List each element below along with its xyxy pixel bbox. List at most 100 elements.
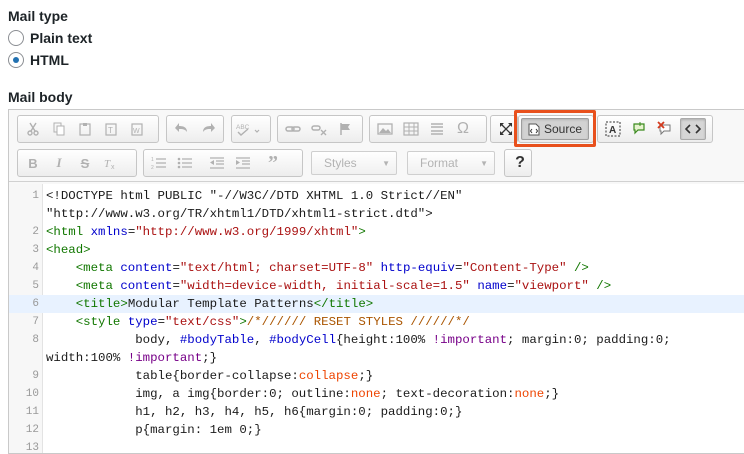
line-number: 1 [32,190,39,202]
bulleted-list-icon[interactable] [174,152,196,174]
radio-plain-text-control[interactable] [8,30,24,46]
blockquote-icon[interactable]: ” [262,152,284,174]
svg-text:1: 1 [151,157,154,163]
code-line: 3 <head> [9,241,744,259]
anchor-flag-icon[interactable] [334,118,356,140]
code-view-icon[interactable] [680,118,706,140]
code-token: collapse [298,369,359,383]
code-token: , [254,333,270,347]
numbered-list-icon[interactable]: 12 [148,152,170,174]
special-char-icon[interactable]: Ω [452,118,474,140]
source-code-area[interactable]: 1 <!DOCTYPE html PUBLIC "-//W3C//DTD XHTM… [9,184,744,453]
redo-icon[interactable] [197,118,219,140]
paste-word-icon[interactable]: W [126,118,148,140]
mail-type-label: Mail type [8,8,68,24]
format-dropdown[interactable]: Format ▼ [407,151,495,175]
svg-text:T: T [108,126,113,135]
code-token: <head> [46,243,91,257]
code-token: name [477,279,508,293]
radio-html[interactable]: HTML [8,51,69,69]
remove-comment-icon[interactable] [654,118,676,140]
code-line: 9 table{border-collapse:collapse;} [9,367,744,385]
svg-text:T: T [104,158,111,170]
line-number: 9 [32,370,39,382]
code-token: /> [566,261,589,275]
code-token: = [172,261,180,275]
styles-dropdown[interactable]: Styles ▼ [311,151,397,175]
code-line: 7 <style type="text/css">/*////// RESET … [9,313,744,331]
paste-icon[interactable] [74,118,96,140]
code-token: img, a img{border:0; outline: [46,387,351,401]
code-text: "http://www.w3.org/TR/xhtml1/DTD/xhtml1-… [46,205,433,223]
code-token: ;} [544,387,560,401]
radio-html-control[interactable] [8,52,24,68]
code-token: p{margin: 1em 0;} [46,423,262,437]
code-token: ;} [202,351,218,365]
code-token: width:100% [46,351,128,365]
code-text: body, #bodyTable, #bodyCell{height:100% … [46,331,670,349]
image-icon[interactable] [374,118,396,140]
link-icon[interactable] [282,118,304,140]
code-line: 6 <title>Modular Template Patterns</titl… [9,295,744,313]
code-token: h1, h2, h3, h4, h5, h6{margin:0; padding… [46,405,463,419]
code-token: /> [588,279,612,293]
decrease-indent-icon[interactable] [206,152,228,174]
code-token: </title> [313,297,374,311]
code-token: /*////// RESET STYLES //////*/ [246,315,470,329]
svg-text:A: A [609,125,616,136]
code-line: 13 [9,439,744,453]
code-text: <html xmlns="http://www.w3.org/1999/xhtm… [46,223,366,241]
code-token: "text/css" [165,315,240,329]
unlink-icon[interactable] [308,118,330,140]
radio-plain-text-label: Plain text [30,30,93,46]
remove-format-icon[interactable]: Tx [100,152,122,174]
undo-icon[interactable] [171,118,193,140]
svg-text:x: x [111,164,115,170]
code-line: width:100% !important;} [9,349,744,367]
basic-styles-group: B I S Tx [17,149,137,177]
radio-plain-text[interactable]: Plain text [8,29,92,47]
code-token: > [239,315,247,329]
line-number: 4 [32,262,39,274]
code-token: body, [46,333,180,347]
italic-icon[interactable]: I [48,152,70,174]
code-token: type [127,315,158,329]
copy-icon[interactable] [48,118,70,140]
spellcheck-group: ABC [231,115,271,143]
line-number: 8 [32,334,39,346]
code-token: content [120,261,173,275]
code-token: <title> [75,297,128,311]
code-text: <meta content="text/html; charset=UTF-8"… [46,259,589,277]
code-token: <style [75,315,128,329]
code-token: "http://www.w3.org/1999/xhtml" [135,225,359,239]
cut-icon[interactable] [22,118,44,140]
select-all-icon[interactable]: A [602,118,624,140]
paste-text-icon[interactable]: T [100,118,122,140]
code-token: "viewport" [514,279,589,293]
code-token: ; text-decoration: [380,387,515,401]
code-token: <meta [75,261,121,275]
code-line: 11 h1, h2, h3, h4, h5, h6{margin:0; padd… [9,403,744,421]
source-button-highlight [514,110,596,147]
line-number: 2 [32,226,39,238]
svg-text:W: W [133,128,140,135]
increase-indent-icon[interactable] [232,152,254,174]
code-token: http-equiv [380,261,455,275]
mail-body-label: Mail body [8,89,73,105]
code-line: 2 <html xmlns="http://www.w3.org/1999/xht… [9,223,744,241]
radio-html-label: HTML [30,52,69,68]
line-number: 13 [25,442,39,453]
line-number: 7 [32,316,39,328]
code-token: {height:100% [336,333,433,347]
code-token: xmlns [90,225,128,239]
table-icon[interactable] [400,118,422,140]
code-line: 5 <meta content="width=device-width, ini… [9,277,744,295]
horizontal-line-icon[interactable] [426,118,448,140]
strikethrough-icon[interactable]: S [74,152,96,174]
spellcheck-icon[interactable]: ABC [236,118,262,140]
bold-icon[interactable]: B [22,152,44,174]
code-line: 12 p{margin: 1em 0;} [9,421,744,439]
speech-bubble-icon[interactable] [628,118,650,140]
help-button[interactable]: ? [509,152,531,174]
